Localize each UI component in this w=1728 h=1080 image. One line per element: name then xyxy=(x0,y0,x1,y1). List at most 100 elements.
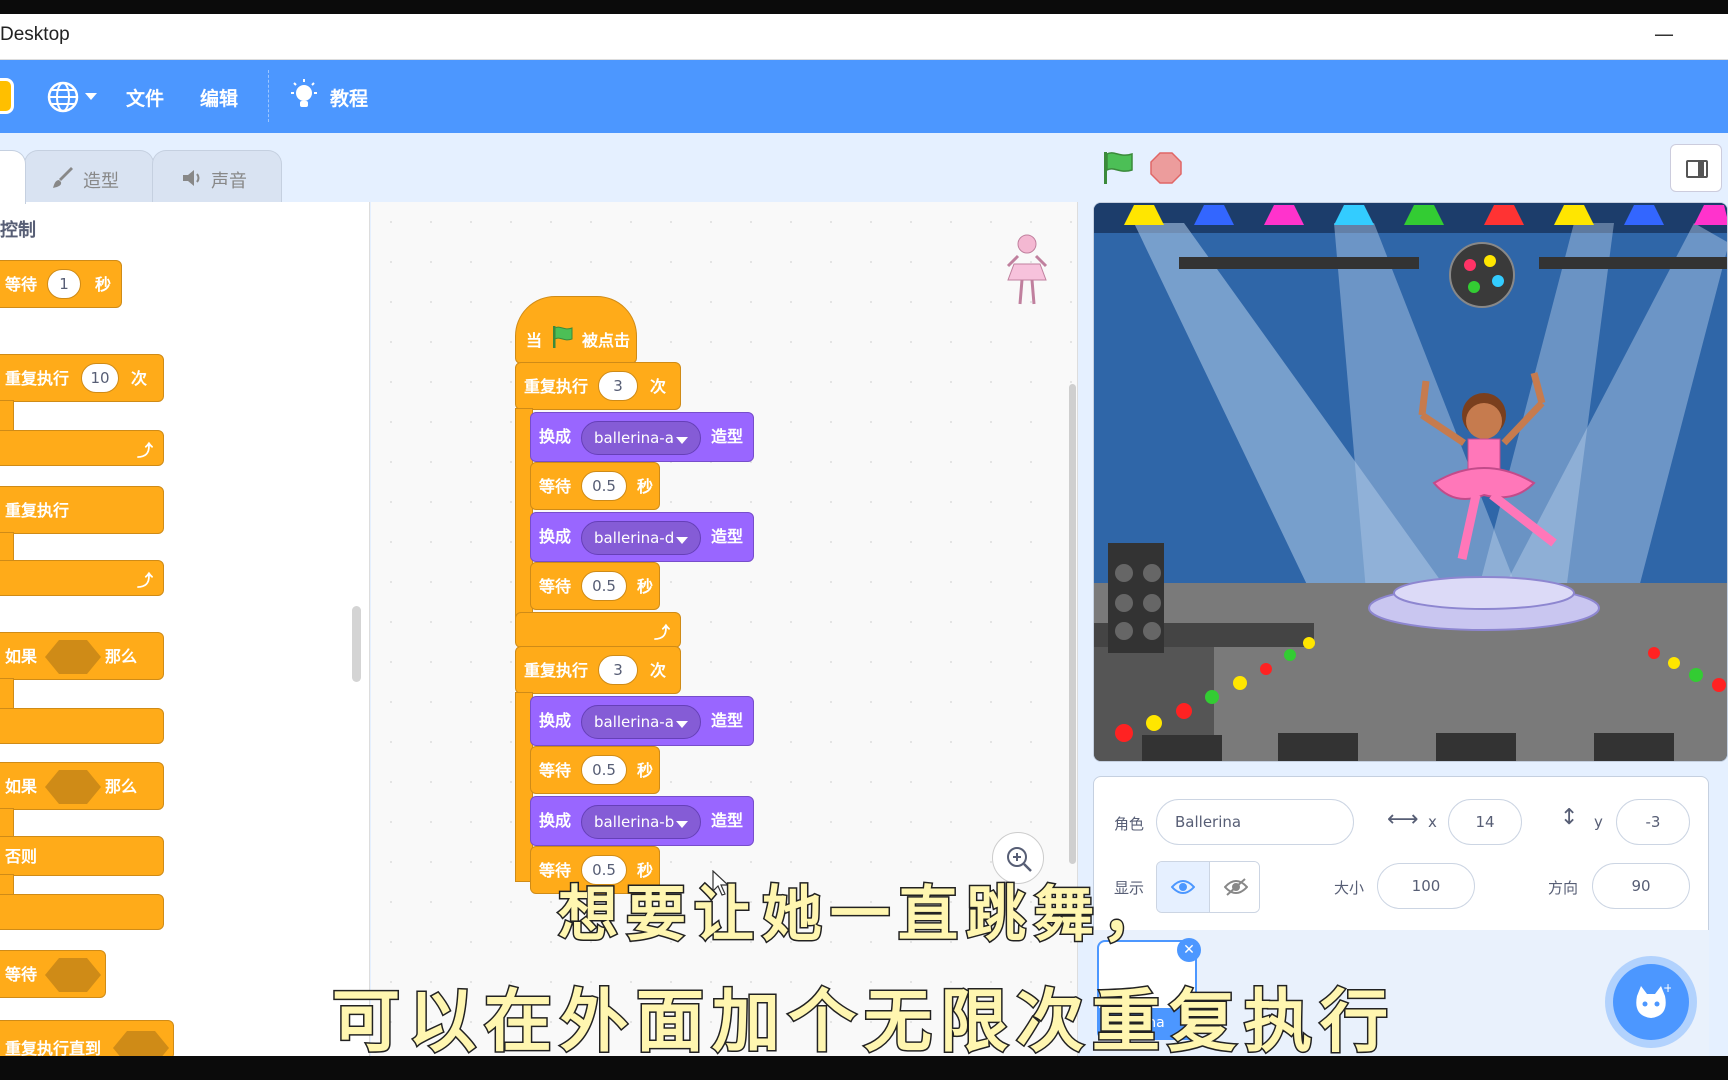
disco-ball xyxy=(1449,242,1515,308)
stop-icon[interactable] xyxy=(1150,152,1182,184)
palette-scrollbar[interactable] xyxy=(352,606,361,682)
chevron-down-icon xyxy=(676,721,688,728)
y-arrows-icon: ↕ xyxy=(1560,805,1579,830)
menu-file[interactable]: 文件 xyxy=(126,84,164,111)
block-label: 被点击 xyxy=(582,331,631,350)
loop-arrow-icon: ⤴ xyxy=(137,571,154,590)
stage-canvas[interactable] xyxy=(1093,202,1728,762)
c-block-foot: ⤴ xyxy=(0,430,164,466)
workspace-scrollbar[interactable] xyxy=(1069,384,1076,864)
scratch-logo-icon[interactable] xyxy=(0,78,14,114)
stage-controls xyxy=(1090,140,1728,198)
block-input[interactable]: 0.5 xyxy=(581,471,627,501)
costume-dropdown[interactable]: ballerina-a xyxy=(581,421,701,455)
tab-sounds[interactable]: 声音 xyxy=(152,150,282,204)
switch-costume-block[interactable]: 换成 ballerina-a 造型 xyxy=(530,696,754,746)
repeat-block[interactable]: 重复执行 3 次 xyxy=(515,646,681,694)
block-label: 等待 xyxy=(539,761,572,780)
switch-costume-block[interactable]: 换成 ballerina-a 造型 xyxy=(530,412,754,462)
brush-icon xyxy=(53,167,73,188)
dropdown-value: ballerina-d xyxy=(594,529,675,547)
top-letterbox xyxy=(0,0,1728,14)
y-input[interactable]: -3 xyxy=(1616,799,1690,845)
block-label: 换成 xyxy=(539,527,572,546)
boolean-slot[interactable] xyxy=(45,770,101,804)
lightbulb-icon[interactable] xyxy=(290,79,318,113)
menu-bar: 文件 编辑 教程 xyxy=(0,60,1728,133)
block-input[interactable]: 3 xyxy=(598,655,638,685)
menu-edit[interactable]: 编辑 xyxy=(200,84,238,111)
window-title: Desktop xyxy=(0,24,70,45)
block-label: 如果 xyxy=(5,647,38,666)
block-input[interactable]: 10 xyxy=(81,363,119,393)
block-label: 次 xyxy=(131,369,148,388)
block-label: 等待 xyxy=(539,477,572,496)
palette-repeat-block[interactable]: 重复执行 10 次 xyxy=(0,354,164,402)
subtitle-line-2: 可以在外面加个无限次重复执行 xyxy=(330,982,1396,1064)
x-input[interactable]: 14 xyxy=(1448,799,1522,845)
block-input[interactable]: 3 xyxy=(598,371,638,401)
palette-forever-block[interactable]: 重复执行 xyxy=(0,486,164,534)
tab-costumes[interactable]: 造型 xyxy=(24,150,154,204)
block-label: 重复执行 xyxy=(524,377,589,396)
block-label: 如果 xyxy=(5,777,38,796)
bottom-letterbox xyxy=(0,1056,1728,1080)
palette-if-block[interactable]: 如果 那么 xyxy=(0,632,164,680)
y-label: y xyxy=(1594,813,1603,831)
globe-icon[interactable] xyxy=(46,80,80,114)
block-label: 重复执行 xyxy=(5,501,70,520)
block-input[interactable]: 1 xyxy=(47,269,81,299)
dance-stage-backdrop xyxy=(1094,203,1727,761)
switch-costume-block[interactable]: 换成 ballerina-b 造型 xyxy=(530,796,754,846)
block-label: 那么 xyxy=(105,647,138,666)
dropdown-value: ballerina-a xyxy=(594,713,674,731)
c-block-foot: ⤴ xyxy=(515,612,681,648)
switch-costume-block[interactable]: 换成 ballerina-d 造型 xyxy=(530,512,754,562)
block-input[interactable]: 0.5 xyxy=(581,571,627,601)
menu-tutorials[interactable]: 教程 xyxy=(330,84,368,111)
boolean-slot[interactable] xyxy=(45,640,101,674)
subtitle-line-1: 想要让她一直跳舞， xyxy=(557,879,1170,952)
menu-divider xyxy=(268,70,269,122)
wait-block[interactable]: 等待 0.5 秒 xyxy=(530,562,660,610)
costume-dropdown[interactable]: ballerina-d xyxy=(581,521,701,555)
wait-block[interactable]: 等待 0.5 秒 xyxy=(530,746,660,794)
costume-dropdown[interactable]: ballerina-a xyxy=(581,705,701,739)
block-label: 重复执行 xyxy=(5,369,70,388)
block-label: 秒 xyxy=(637,577,654,596)
when-flag-clicked-block[interactable]: 当 被点击 xyxy=(515,296,637,364)
repeat-block[interactable]: 重复执行 3 次 xyxy=(515,362,681,410)
c-block-foot: ⤴ xyxy=(0,560,164,596)
x-arrows-icon: ⟷ xyxy=(1387,807,1419,832)
block-label: 造型 xyxy=(711,711,744,730)
loop-arrow-icon: ⤴ xyxy=(654,623,671,642)
stage-layout-button[interactable] xyxy=(1670,144,1722,192)
wait-block[interactable]: 等待 0.5 秒 xyxy=(530,462,660,510)
chevron-down-icon xyxy=(676,437,688,444)
block-label: 当 xyxy=(526,331,543,350)
green-flag-icon[interactable] xyxy=(1100,150,1136,186)
block-label: 造型 xyxy=(711,811,744,830)
block-label: 造型 xyxy=(711,527,744,546)
tab-code[interactable] xyxy=(0,150,26,204)
stage-lights xyxy=(1124,205,1727,225)
block-label: 次 xyxy=(650,661,667,680)
green-flag-icon xyxy=(553,326,573,348)
dropdown-value: ballerina-a xyxy=(594,429,674,447)
palette-wait-block[interactable]: 等待 1 秒 xyxy=(0,260,122,308)
editor-tabs: 造型 声音 xyxy=(0,146,300,204)
window-titlebar: Desktop — xyxy=(0,14,1728,60)
block-label: 等待 xyxy=(5,275,38,294)
block-input[interactable]: 0.5 xyxy=(581,755,627,785)
tab-costumes-label: 造型 xyxy=(83,171,119,192)
chevron-down-icon[interactable] xyxy=(85,93,97,100)
sprite-name-input[interactable]: Ballerina xyxy=(1156,799,1354,845)
minimize-button[interactable]: — xyxy=(1654,22,1674,46)
block-label: 等待 xyxy=(539,577,572,596)
chevron-down-icon xyxy=(676,821,688,828)
costume-dropdown[interactable]: ballerina-b xyxy=(581,805,701,839)
palette-category-title: 控制 xyxy=(0,220,36,241)
block-label: 秒 xyxy=(95,275,112,294)
palette-if-else-block[interactable]: 如果 那么 xyxy=(0,762,164,810)
screen: Desktop — 文件 编辑 教程 造型 声音 控制 等待 1 秒 重复执行 … xyxy=(0,0,1728,1080)
